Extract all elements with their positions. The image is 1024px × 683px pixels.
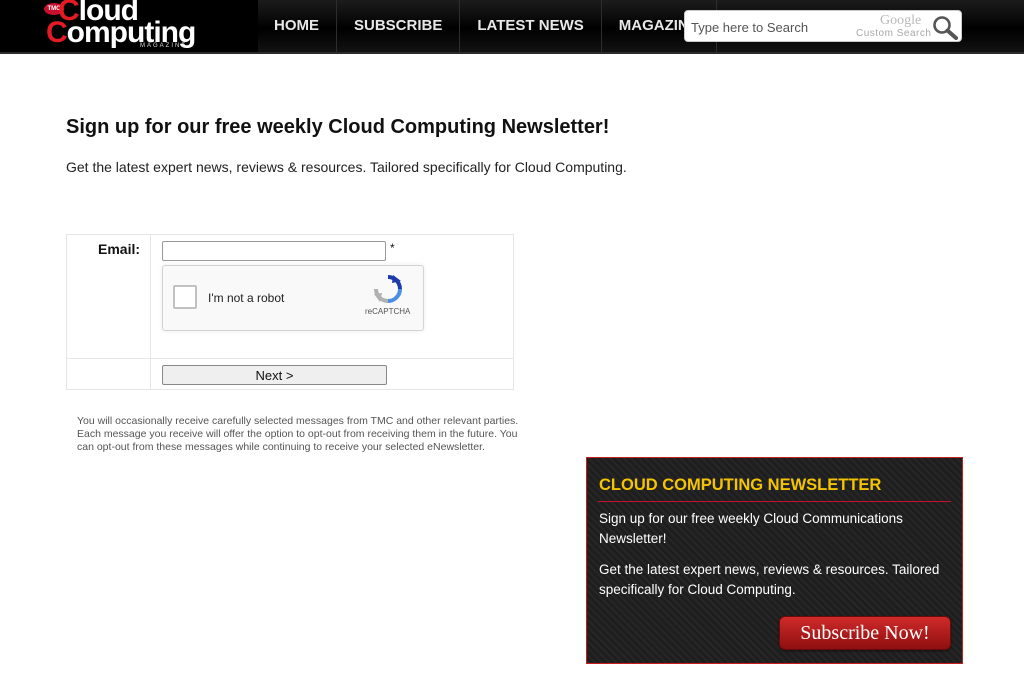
subscribe-now-button[interactable]: Subscribe Now! — [779, 616, 951, 650]
page-subtitle: Get the latest expert news, reviews & re… — [66, 159, 627, 175]
form-column-divider — [150, 235, 151, 389]
recaptcha-checkbox[interactable] — [173, 285, 197, 309]
newsletter-promo-box: CLOUD COMPUTING NEWSLETTER Sign up for o… — [586, 457, 963, 664]
google-label: Google — [880, 13, 922, 28]
promo-title: CLOUD COMPUTING NEWSLETTER — [599, 476, 882, 494]
nav-home[interactable]: HOME — [258, 0, 337, 52]
top-navigation-bar: TMC Cloud Computing MAGAZINE HOME SUBSCR… — [0, 0, 1024, 54]
promo-divider — [598, 501, 951, 502]
search-icon[interactable] — [931, 14, 959, 40]
required-marker: * — [390, 241, 395, 255]
promo-text-latest: Get the latest expert news, reviews & re… — [599, 562, 940, 597]
email-field[interactable] — [162, 241, 386, 261]
custom-search-label: Custom Search — [856, 28, 932, 39]
privacy-disclaimer: You will occasionally receive carefully … — [77, 415, 519, 453]
logo-initial-c2: C — [46, 16, 68, 49]
search-box: Google Custom Search — [684, 10, 962, 42]
recaptcha-icon — [374, 275, 402, 303]
recaptcha-widget: I'm not a robot reCAPTCHA — [162, 265, 424, 331]
next-button[interactable]: Next > — [162, 365, 387, 385]
signup-form: Email: * I'm not a robot reCAPTCHA Next … — [66, 234, 514, 390]
nav-subscribe[interactable]: SUBSCRIBE — [337, 0, 461, 52]
email-label: Email: — [98, 241, 141, 257]
recaptcha-brand: reCAPTCHA — [365, 307, 411, 316]
site-logo[interactable]: TMC Cloud Computing MAGAZINE — [0, 0, 258, 52]
logo-magazine-text: MAGAZINE — [140, 43, 188, 49]
main-nav: HOME SUBSCRIBE LATEST NEWS MAGAZINE — [258, 0, 717, 52]
search-input[interactable] — [691, 17, 851, 37]
promo-text-signup: Sign up for our free weekly Cloud Commun… — [599, 511, 903, 546]
recaptcha-label: I'm not a robot — [208, 291, 285, 305]
page-title: Sign up for our free weekly Cloud Comput… — [66, 116, 610, 138]
nav-latest-news[interactable]: LATEST NEWS — [460, 0, 602, 52]
form-row-divider — [67, 358, 513, 359]
